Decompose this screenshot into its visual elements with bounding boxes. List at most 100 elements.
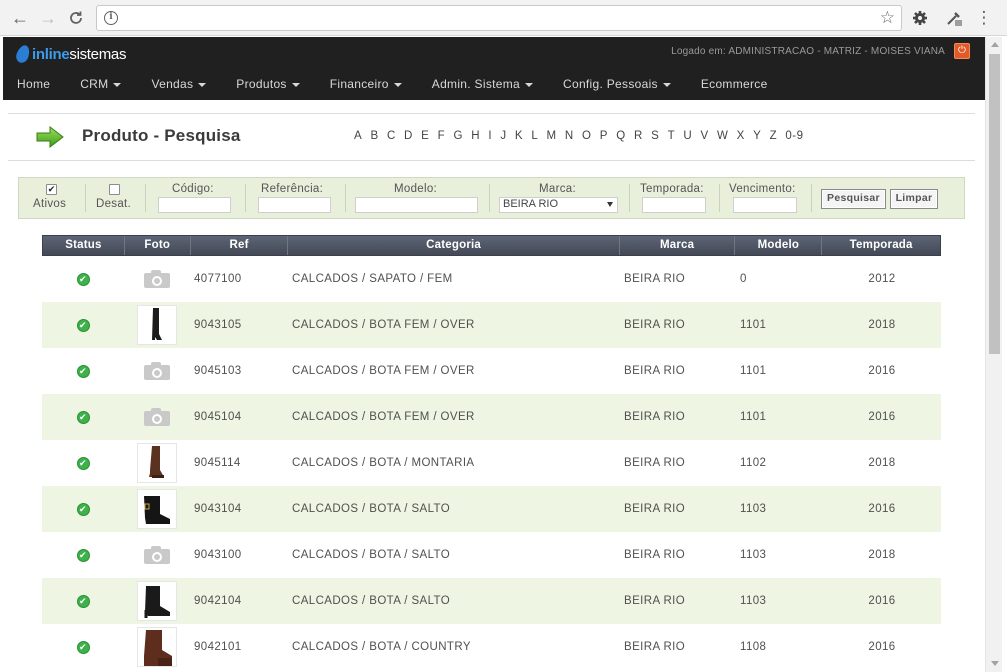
column-header-foto[interactable]: Foto (125, 236, 191, 255)
alphabet-letter[interactable]: L (531, 130, 538, 142)
browser-toolbar: ← → i ☆ ⋮ (0, 0, 1007, 36)
divider (629, 184, 630, 212)
table-row[interactable]: ✔ 9043105 CALCADOS / BOTA FEM / OVER BEIRA … (42, 302, 941, 348)
camera-placeholder-icon[interactable] (144, 546, 170, 564)
reload-icon[interactable] (64, 6, 88, 30)
cell-marca: BEIRA RIO (624, 641, 686, 653)
alphabet-letter[interactable]: X (737, 130, 745, 142)
table-row[interactable]: ✔ 9042101 CALCADOS / BOTA / COUNTRY BEIRA R… (42, 624, 941, 670)
camera-placeholder-icon[interactable] (144, 408, 170, 426)
cell-temporada: 2018 (868, 549, 896, 561)
menu-vendas[interactable]: Vendas (151, 77, 207, 91)
table-row[interactable]: ✔ 9045104 CALCADOS / BOTA FEM / OVER BEIRA … (42, 394, 941, 440)
caret-down-icon (113, 82, 122, 87)
alphabet-letter[interactable]: E (421, 130, 429, 142)
marca-select[interactable]: BEIRA RIO (499, 197, 618, 213)
menu-crm[interactable]: CRM (80, 77, 122, 91)
alphabet-letter[interactable]: J (500, 130, 506, 142)
alphabet-letter[interactable]: C (387, 130, 396, 142)
marca-label: Marca: (539, 183, 576, 195)
address-bar[interactable]: i ☆ (96, 5, 902, 31)
camera-placeholder-icon[interactable] (144, 270, 170, 288)
table-row[interactable]: ✔ 9045114 CALCADOS / BOTA / MONTARIA BEIRA … (42, 440, 941, 486)
scroll-up-icon[interactable] (991, 42, 999, 47)
alphabet-letter[interactable]: Y (753, 130, 761, 142)
alphabet-letter[interactable]: F (438, 130, 446, 142)
modelo-input[interactable] (355, 197, 478, 213)
vencimento-input[interactable] (733, 197, 797, 213)
column-header-marca[interactable]: Marca (620, 236, 736, 255)
alphabet-letter[interactable]: B (370, 130, 378, 142)
table-row[interactable]: ✔ 9043104 CALCADOS / BOTA / SALTO BEIRA RIO… (42, 486, 941, 532)
column-header-status[interactable]: Status (43, 236, 125, 255)
alphabet-letter[interactable]: K (515, 130, 523, 142)
alphabet-letter[interactable]: I (488, 130, 492, 142)
column-header-modelo[interactable]: Modelo (735, 236, 823, 255)
back-icon[interactable]: ← (8, 6, 32, 30)
menu-financeiro[interactable]: Financeiro (330, 77, 402, 91)
forward-icon[interactable]: → (36, 6, 60, 30)
menu-config-pessoais[interactable]: Config. Pessoais (563, 77, 671, 91)
alphabet-letter[interactable]: 0-9 (785, 130, 803, 142)
alphabet-letter[interactable]: V (701, 130, 709, 142)
info-icon[interactable]: i (104, 11, 118, 25)
menu-produtos[interactable]: Produtos (236, 77, 300, 91)
alphabet-letter[interactable]: P (600, 130, 608, 142)
cell-temporada: 2012 (868, 273, 896, 285)
camera-placeholder-icon[interactable] (144, 362, 170, 380)
alphabet-letter[interactable]: H (471, 130, 480, 142)
cell-ref: 9045104 (194, 411, 242, 423)
scroll-down-icon[interactable] (991, 661, 999, 666)
extension-gear-icon[interactable] (908, 6, 932, 30)
temporada-input[interactable] (642, 197, 706, 213)
alphabet-letter[interactable]: R (634, 130, 643, 142)
table-row[interactable]: ✔ 9042104 CALCADOS / BOTA / SALTO BEIRA RIO… (42, 578, 941, 624)
column-header-categoria[interactable]: Categoria (288, 236, 620, 255)
logout-power-icon[interactable]: ⏻ (954, 43, 970, 59)
limpar-button[interactable]: Limpar (890, 189, 938, 209)
scrollbar-thumb[interactable] (989, 54, 1000, 354)
product-thumbnail[interactable] (137, 443, 177, 483)
page-title-bar: Produto - Pesquisa ABCDEFGHIJKLMNOPQRSTU… (8, 113, 975, 161)
alphabet-letter[interactable]: T (668, 130, 676, 142)
column-header-temporada[interactable]: Temporada (822, 236, 940, 255)
alphabet-letter[interactable]: W (717, 130, 728, 142)
alphabet-letter[interactable]: M (547, 130, 557, 142)
menu-home[interactable]: Home (17, 77, 50, 91)
alphabet-letter[interactable]: Q (616, 130, 625, 142)
codigo-input[interactable] (158, 197, 231, 213)
cell-marca: BEIRA RIO (624, 457, 686, 469)
page-title: Produto - Pesquisa (82, 126, 241, 145)
pesquisar-button[interactable]: Pesquisar (821, 189, 886, 209)
divider (345, 184, 346, 212)
menu-ecommerce[interactable]: Ecommerce (701, 77, 768, 91)
table-row[interactable]: ✔ 9045103 CALCADOS / BOTA FEM / OVER BEIRA … (42, 348, 941, 394)
alphabet-letter[interactable]: S (651, 130, 659, 142)
alphabet-letter[interactable]: D (404, 130, 413, 142)
referencia-input[interactable] (258, 197, 331, 213)
browser-menu-icon[interactable]: ⋮ (972, 6, 996, 30)
menu-admin-sistema[interactable]: Admin. Sistema (432, 77, 533, 91)
desat-checkbox[interactable] (109, 184, 120, 195)
table-row[interactable]: ✔ 4077100 CALCADOS / SAPATO / FEM BEIRA RIO… (42, 256, 941, 302)
product-thumbnail[interactable] (137, 627, 177, 667)
divider (145, 184, 146, 212)
product-thumbnail[interactable] (137, 305, 177, 345)
product-thumbnail[interactable] (137, 489, 177, 529)
alphabet-letter[interactable]: N (565, 130, 574, 142)
column-header-ref[interactable]: Ref (191, 236, 289, 255)
vertical-scrollbar[interactable] (985, 37, 1002, 672)
cell-marca: BEIRA RIO (624, 595, 686, 607)
alphabet-letter[interactable]: Z (770, 130, 778, 142)
alphabet-letter[interactable]: U (683, 130, 692, 142)
product-thumbnail[interactable] (137, 581, 177, 621)
ativos-checkbox[interactable]: ✔ (46, 184, 57, 195)
alphabet-letter[interactable]: O (582, 130, 591, 142)
status-active-icon: ✔ (76, 318, 90, 332)
extension-dropper-icon[interactable] (942, 6, 966, 30)
alphabet-letter[interactable]: A (354, 130, 362, 142)
table-row[interactable]: ✔ 9043100 CALCADOS / BOTA / SALTO BEIRA RIO… (42, 532, 941, 578)
bookmark-star-icon[interactable]: ☆ (880, 8, 895, 28)
alphabet-letter[interactable]: G (453, 130, 462, 142)
inline-sistemas-logo[interactable]: inline sistemas (14, 43, 126, 65)
